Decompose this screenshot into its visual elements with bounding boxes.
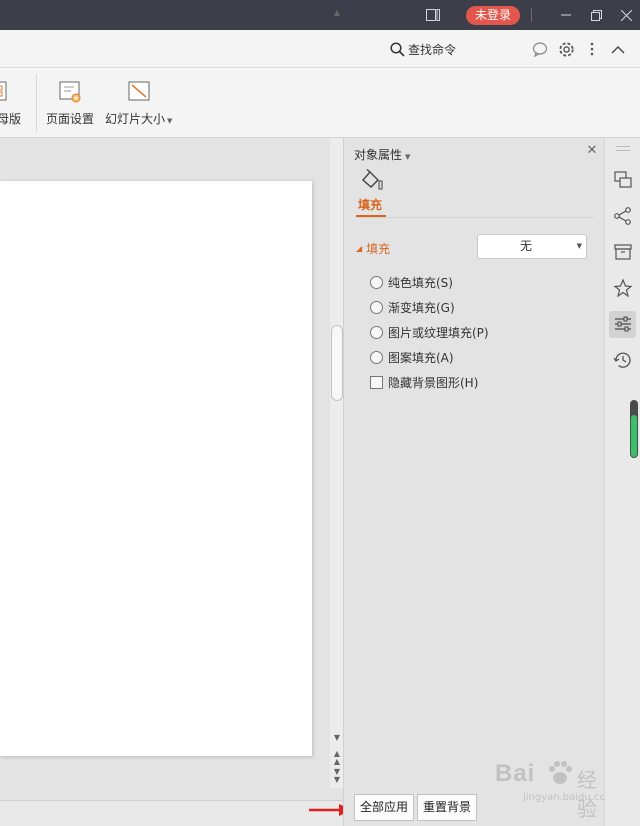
slide-size-icon	[128, 81, 150, 101]
status-bar	[0, 800, 350, 826]
next-page-icon[interactable]: ▼ ▼	[332, 768, 342, 784]
page-setup-icon	[59, 81, 81, 103]
slide-size-button[interactable]: 幻灯片大小 ▼	[105, 78, 172, 127]
panel-title[interactable]: 对象属性 ▼	[354, 146, 410, 163]
history-icon[interactable]	[612, 349, 634, 371]
apply-all-button[interactable]: 全部应用	[354, 794, 415, 821]
close-icon[interactable]: ✕	[585, 144, 599, 158]
restore-icon[interactable]	[583, 0, 609, 30]
more-icon[interactable]	[582, 39, 602, 59]
slides-icon[interactable]	[612, 169, 634, 191]
reset-background-button[interactable]: 重置背景	[417, 794, 478, 821]
chevron-down-icon: ▼	[167, 117, 173, 125]
login-button[interactable]: 未登录	[466, 6, 520, 25]
search-icon	[390, 41, 405, 57]
master-slide-button[interactable]: 母版	[0, 78, 22, 127]
pattern-fill-option[interactable]: 图案填充(A)	[370, 349, 454, 366]
object-properties-panel: 对象属性 ▼ ✕ 填充 ◢ 填充 无 ▼ 纯色填充(S) 渐变填充(G) 图片或纹…	[343, 138, 604, 826]
right-sidebar	[604, 138, 640, 826]
fill-type-value: 无	[519, 239, 532, 253]
scrollbar-thumb[interactable]	[331, 325, 343, 401]
vertical-scrollbar[interactable]	[330, 138, 343, 788]
title-bar: 未登录	[0, 0, 640, 30]
solid-fill-radio[interactable]	[370, 276, 383, 289]
close-icon[interactable]	[613, 0, 639, 30]
prev-page-icon[interactable]: ▲ ▲	[332, 750, 342, 766]
chevron-down-icon: ▼	[576, 242, 582, 250]
performance-level-indicator	[630, 400, 638, 458]
slide-canvas[interactable]	[0, 138, 330, 802]
animation-icon[interactable]	[612, 277, 634, 299]
collapse-ribbon-icon[interactable]	[608, 39, 628, 59]
gear-icon[interactable]	[556, 39, 576, 59]
archive-icon[interactable]	[612, 241, 634, 263]
gradient-fill-option[interactable]: 渐变填充(G)	[370, 299, 455, 316]
picture-texture-fill-radio[interactable]	[370, 326, 383, 339]
collapse-triangle-icon: ◢	[356, 244, 363, 253]
share-icon[interactable]	[612, 205, 634, 227]
tab-divider	[356, 217, 594, 218]
fill-section-header[interactable]: ◢ 填充	[356, 240, 390, 257]
hide-background-graphics-option[interactable]: 隐藏背景图形(H)	[370, 374, 478, 391]
fill-type-select[interactable]: 无 ▼	[477, 234, 587, 259]
properties-icon[interactable]	[612, 313, 634, 335]
hide-background-graphics-checkbox[interactable]	[370, 376, 383, 389]
paw-icon	[549, 761, 572, 784]
search-label: 查找命令	[408, 42, 457, 57]
minimize-icon[interactable]	[553, 0, 579, 30]
tab-fill[interactable]: 填充	[358, 196, 382, 213]
titlebar-divider	[531, 8, 532, 22]
baidu-watermark: Bai 经验 jingyan.baidu.com	[495, 760, 616, 821]
command-bar: 查找命令	[0, 30, 640, 68]
page-setup-label: 页面设置	[46, 112, 95, 126]
level-fill	[631, 415, 637, 457]
ribbon-toolbar: 母版 页面设置 幻灯片大小 ▼	[0, 68, 640, 138]
picture-texture-fill-option[interactable]: 图片或纹理填充(P)	[370, 324, 489, 341]
chevron-down-icon: ▼	[405, 153, 411, 161]
solid-fill-option[interactable]: 纯色填充(S)	[370, 274, 453, 291]
scroll-down-icon[interactable]: ▼	[332, 733, 342, 742]
slide-size-label: 幻灯片大小 ▼	[105, 112, 173, 126]
scroll-up-icon[interactable]: ▲	[332, 8, 342, 17]
ribbon-divider	[36, 74, 37, 132]
page-setup-button[interactable]: 页面设置	[46, 78, 94, 127]
pattern-fill-radio[interactable]	[370, 351, 383, 364]
master-slide-icon	[0, 81, 7, 101]
master-slide-label: 母版	[0, 112, 21, 126]
chat-icon[interactable]	[530, 39, 550, 59]
window-icon[interactable]	[420, 0, 446, 30]
slide-page[interactable]	[0, 181, 312, 756]
gradient-fill-radio[interactable]	[370, 301, 383, 314]
search-command[interactable]: 查找命令	[390, 39, 456, 59]
fill-bucket-icon[interactable]	[359, 169, 383, 191]
